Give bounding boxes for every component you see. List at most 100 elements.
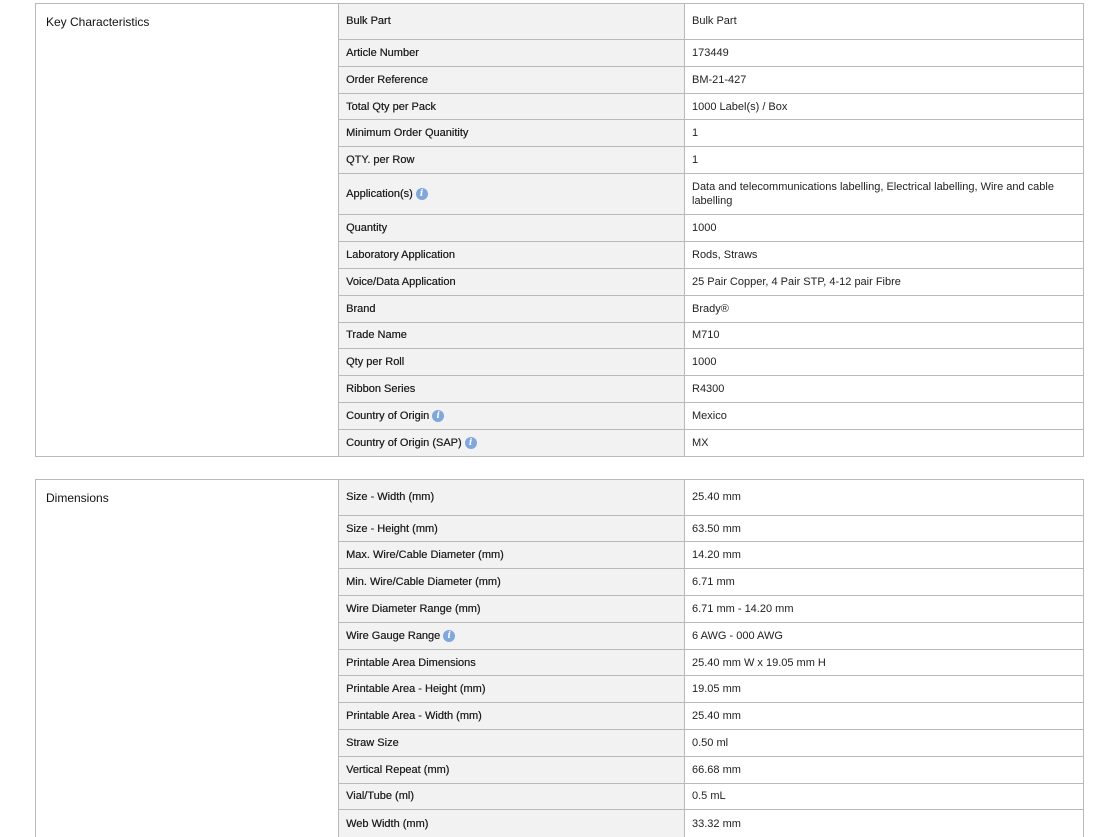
row-label-application-s: Application(s) i (339, 174, 685, 215)
section-title-dimensions: Dimensions (36, 480, 339, 837)
row-label-min-wire-cable-diameter-mm: Min. Wire/Cable Diameter (mm) (339, 569, 685, 596)
row-label-vertical-repeat-mm: Vertical Repeat (mm) (339, 756, 685, 783)
row-label-ribbon-series: Ribbon Series (339, 376, 685, 403)
table-row: Total Qty per Pack 1000 Label(s) / Box (339, 93, 1084, 121)
row-label-text: Web Width (mm) (346, 817, 429, 830)
row-label-minimum-order-quanitity: Minimum Order Quanitity (339, 120, 685, 147)
row-value-voice-data-application: 25 Pair Copper, 4 Pair STP, 4-12 pair Fi… (685, 268, 1084, 295)
row-label-text: Voice/Data Application (346, 275, 456, 288)
row-label-text: Bulk Part (346, 15, 391, 28)
row-label-article-number: Article Number (339, 39, 685, 66)
section-title-key-characteristics: Key Characteristics (36, 4, 339, 456)
row-value-qty-per-row: 1 (685, 147, 1084, 174)
table-row: Application(s) i Data and telecommunicatio… (339, 174, 1084, 216)
row-label-text: Printable Area - Height (mm) (346, 683, 486, 696)
table-row: Printable Area - Height (mm) 19.05 mm (339, 676, 1084, 704)
row-label-text: Quantity (346, 221, 387, 234)
row-label-quantity: Quantity (339, 215, 685, 241)
table-row: Quantity 1000 (339, 215, 1084, 242)
row-label-country-of-origin-sap: Country of Origin (SAP) i (339, 430, 685, 456)
table-row: Laboratory Application Rods, Straws (339, 241, 1084, 269)
row-label-text: Application(s) (346, 188, 413, 201)
row-label-text: Total Qty per Pack (346, 100, 436, 113)
info-icon[interactable]: i (432, 410, 445, 423)
row-label-text: Wire Diameter Range (mm) (346, 602, 481, 615)
table-row: Printable Area Dimensions 25.40 mm W x 19… (339, 649, 1084, 677)
row-label-printable-area-dimensions: Printable Area Dimensions (339, 649, 685, 676)
table-row: Trade Name M710 (339, 322, 1084, 350)
row-label-text: Article Number (346, 46, 419, 59)
row-value-max-wire-cable-diameter-mm: 14.20 mm (685, 542, 1084, 569)
row-value-min-wire-cable-diameter-mm: 6.71 mm (685, 569, 1084, 596)
row-label-text: Min. Wire/Cable Diameter (mm) (346, 576, 501, 589)
row-value-country-of-origin: Mexico (685, 403, 1084, 430)
row-label-text: Vial/Tube (ml) (346, 790, 414, 803)
table-row: Size - Width (mm) 25.40 mm (339, 480, 1084, 516)
row-value-trade-name: M710 (685, 322, 1084, 349)
row-value-application-s: Data and telecommunications labelling, E… (685, 174, 1084, 215)
row-label-max-wire-cable-diameter-mm: Max. Wire/Cable Diameter (mm) (339, 542, 685, 569)
dimensions-rows: Size - Width (mm) 25.40 mm Size - Height (… (339, 480, 1084, 837)
table-row: Web Width (mm) 33.32 mm (339, 810, 1084, 837)
row-value-size-height-mm: 63.50 mm (685, 515, 1084, 542)
row-label-text: Laboratory Application (346, 248, 455, 261)
row-label-text: Country of Origin (346, 410, 430, 423)
row-value-quantity: 1000 (685, 215, 1084, 241)
row-label-text: Size - Height (mm) (346, 522, 438, 535)
row-label-printable-area-height-mm: Printable Area - Height (mm) (339, 676, 685, 703)
row-label-text: Country of Origin (SAP) (346, 436, 462, 449)
row-value-order-reference: BM-21-427 (685, 66, 1084, 93)
row-value-brand: Brady® (685, 295, 1084, 322)
row-label-text: Straw Size (346, 736, 399, 749)
dimensions-section: Dimensions Size - Width (mm) 25.40 mm Size… (35, 479, 1084, 837)
row-label-text: Trade Name (346, 329, 407, 342)
table-row: Order Reference BM-21-427 (339, 66, 1084, 94)
row-label-text: Wire Gauge Range (346, 629, 441, 642)
row-value-printable-area-height-mm: 19.05 mm (685, 676, 1084, 703)
info-icon[interactable]: i (443, 629, 456, 642)
row-label-text: Minimum Order Quanitity (346, 127, 469, 140)
row-value-bulk-part: Bulk Part (685, 4, 1084, 39)
row-value-total-qty-per-pack: 1000 Label(s) / Box (685, 93, 1084, 120)
table-row: Wire Diameter Range (mm) 6.71 mm - 14.20 … (339, 596, 1084, 623)
table-row: Qty per Roll 1000 (339, 349, 1084, 377)
row-label-printable-area-width-mm: Printable Area - Width (mm) (339, 703, 685, 729)
row-label-wire-diameter-range-mm: Wire Diameter Range (mm) (339, 596, 685, 622)
row-label-bulk-part: Bulk Part (339, 4, 685, 39)
row-label-order-reference: Order Reference (339, 66, 685, 93)
table-row: Printable Area - Width (mm) 25.40 mm (339, 703, 1084, 730)
row-label-text: Vertical Repeat (mm) (346, 763, 450, 776)
row-value-wire-diameter-range-mm: 6.71 mm - 14.20 mm (685, 596, 1084, 622)
row-label-size-height-mm: Size - Height (mm) (339, 515, 685, 542)
row-label-brand: Brand (339, 295, 685, 322)
table-row: Ribbon Series R4300 (339, 376, 1084, 404)
row-label-web-width-mm: Web Width (mm) (339, 810, 685, 837)
row-value-ribbon-series: R4300 (685, 376, 1084, 403)
row-label-text: Printable Area - Width (mm) (346, 710, 482, 723)
row-label-straw-size: Straw Size (339, 729, 685, 756)
row-label-text: Brand (346, 302, 376, 315)
row-label-text: Size - Width (mm) (346, 491, 434, 504)
info-icon[interactable]: i (415, 188, 428, 201)
row-value-printable-area-width-mm: 25.40 mm (685, 703, 1084, 729)
table-row: Max. Wire/Cable Diameter (mm) 14.20 mm (339, 542, 1084, 570)
table-row: Vertical Repeat (mm) 66.68 mm (339, 756, 1084, 784)
row-label-laboratory-application: Laboratory Application (339, 241, 685, 268)
row-label-size-width-mm: Size - Width (mm) (339, 480, 685, 515)
key-characteristics-rows: Bulk Part Bulk Part Article Number 173449 Or… (339, 4, 1084, 456)
row-value-vial-tube-ml: 0.5 mL (685, 783, 1084, 810)
row-value-qty-per-roll: 1000 (685, 349, 1084, 376)
row-label-voice-data-application: Voice/Data Application (339, 268, 685, 295)
table-row: Wire Gauge Range i 6 AWG - 000 AWG (339, 622, 1084, 650)
info-icon[interactable]: i (464, 436, 477, 449)
table-row: Brand Brady® (339, 295, 1084, 323)
table-row: Bulk Part Bulk Part (339, 4, 1084, 40)
row-label-total-qty-per-pack: Total Qty per Pack (339, 93, 685, 120)
row-label-country-of-origin: Country of Origin i (339, 403, 685, 430)
row-label-qty-per-row: QTY. per Row (339, 147, 685, 174)
row-label-text: Printable Area Dimensions (346, 656, 476, 669)
row-label-qty-per-roll: Qty per Roll (339, 349, 685, 376)
row-label-trade-name: Trade Name (339, 322, 685, 349)
row-value-country-of-origin-sap: MX (685, 430, 1084, 456)
key-characteristics-section: Key Characteristics Bulk Part Bulk Part Ar… (35, 3, 1084, 457)
